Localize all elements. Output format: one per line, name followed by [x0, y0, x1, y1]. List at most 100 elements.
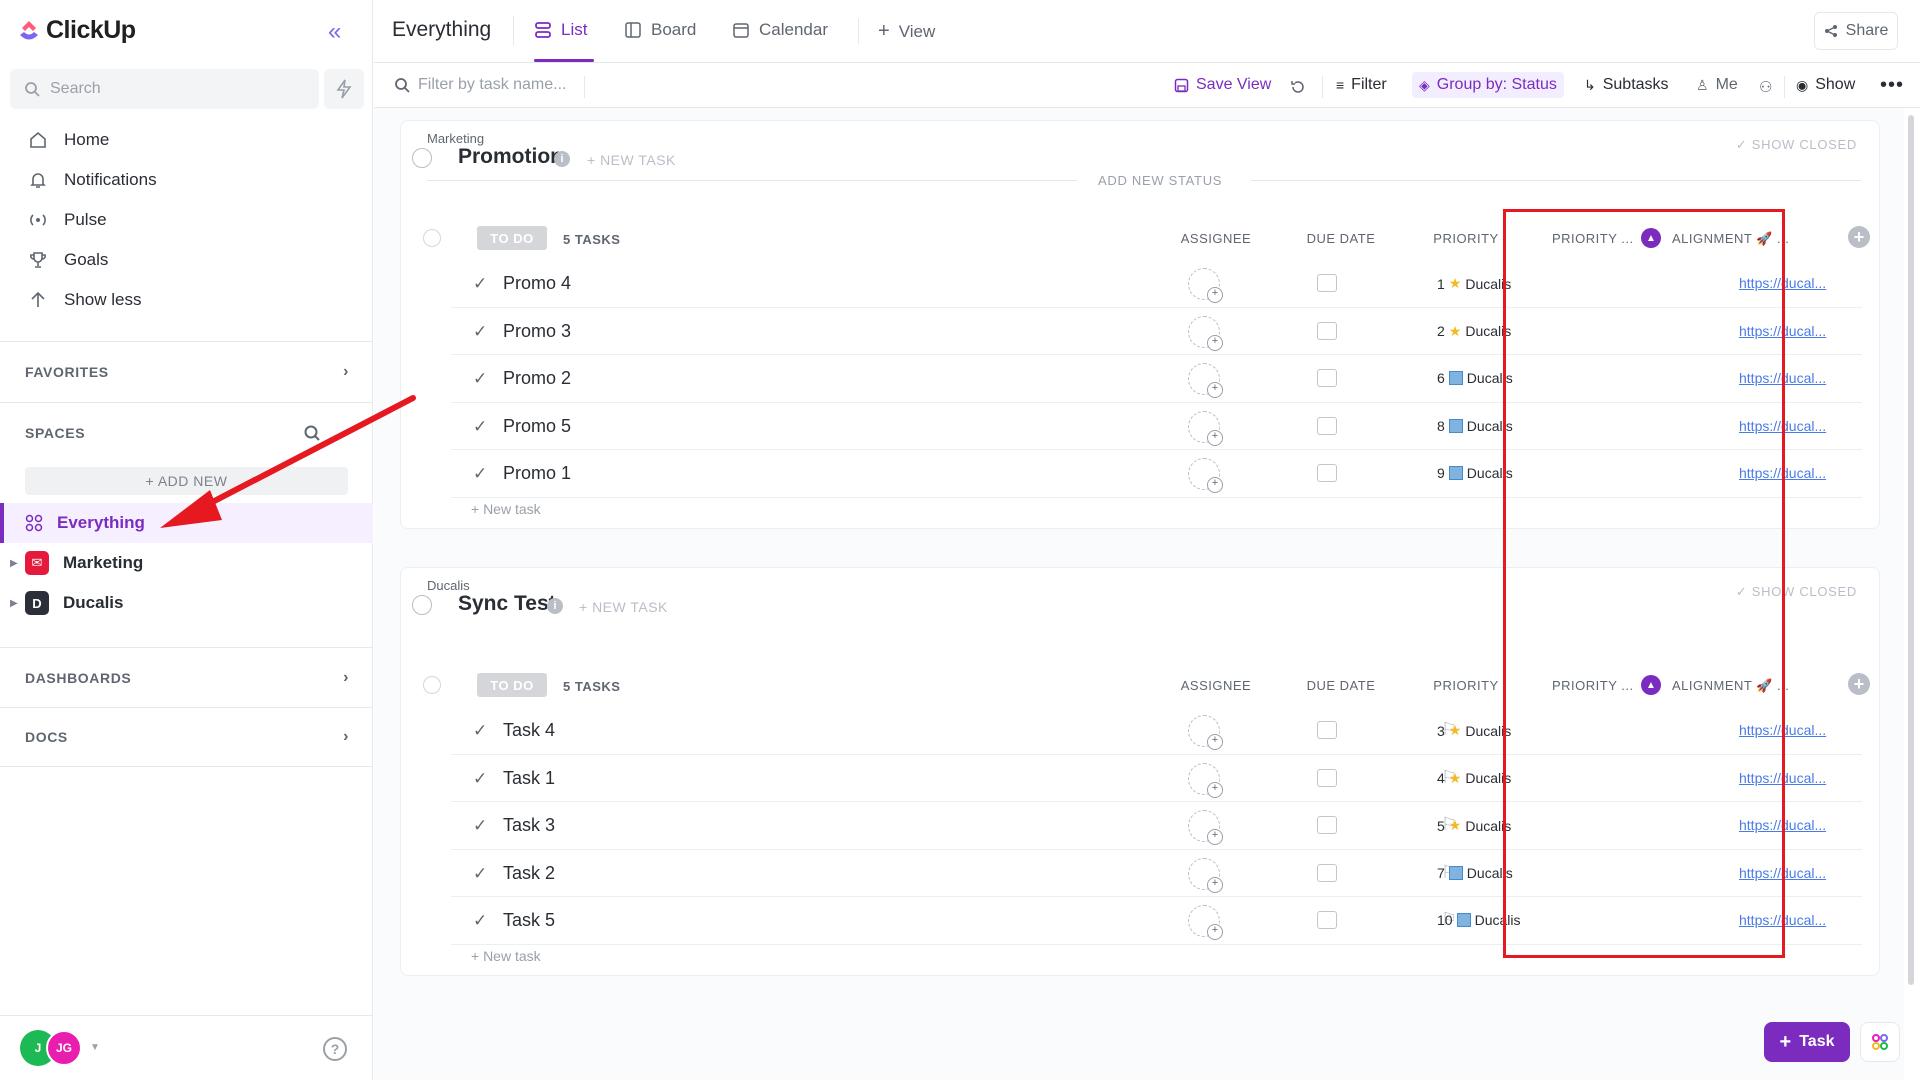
group-by-button[interactable]: ◈ Group by: Status: [1412, 72, 1564, 98]
collapse-group-icon[interactable]: [423, 676, 441, 694]
check-icon[interactable]: ✓: [473, 911, 487, 931]
calendar-icon[interactable]: [1317, 464, 1337, 482]
calendar-icon[interactable]: [1317, 768, 1337, 787]
status-badge[interactable]: TO DO: [477, 673, 547, 697]
tab-list[interactable]: List: [534, 20, 587, 40]
column-header-due-date[interactable]: DUE DATE: [1286, 678, 1396, 693]
new-task-button[interactable]: + New task: [471, 948, 541, 964]
add-assignee-icon[interactable]: [1188, 458, 1223, 493]
scrollbar[interactable]: [1906, 110, 1916, 990]
quick-action-button[interactable]: [324, 69, 364, 109]
sidebar-item-pulse[interactable]: Pulse: [0, 200, 373, 240]
column-header-assignee[interactable]: ASSIGNEE: [1161, 231, 1271, 246]
column-header-due-date[interactable]: DUE DATE: [1286, 231, 1396, 246]
new-task-link[interactable]: + NEW TASK: [579, 599, 668, 615]
add-assignee-icon[interactable]: [1188, 410, 1223, 446]
list-breadcrumb[interactable]: Marketing: [427, 131, 484, 146]
task-name[interactable]: Task 2: [503, 863, 555, 884]
caret-right-icon[interactable]: ▶: [10, 598, 18, 609]
task-name[interactable]: Task 4: [503, 720, 555, 741]
history-icon[interactable]: [1290, 79, 1306, 95]
calendar-icon[interactable]: [1317, 911, 1337, 929]
add-column-icon[interactable]: +: [1848, 673, 1870, 695]
collapse-list-icon[interactable]: [412, 595, 432, 615]
add-assignee-icon[interactable]: [1188, 857, 1223, 893]
save-view-button[interactable]: Save View: [1174, 76, 1271, 94]
list-breadcrumb[interactable]: Ducalis: [427, 578, 470, 593]
avatar[interactable]: JG: [46, 1030, 82, 1066]
sidebar-item-home[interactable]: Home: [0, 120, 373, 160]
add-assignee-icon[interactable]: [1188, 363, 1223, 398]
check-icon[interactable]: ✓: [473, 369, 487, 389]
check-icon[interactable]: ✓: [473, 864, 487, 884]
check-icon[interactable]: ✓: [473, 417, 487, 437]
apps-button[interactable]: [1860, 1022, 1900, 1062]
calendar-icon[interactable]: [1317, 863, 1337, 882]
sidebar-item-show-less[interactable]: Show less: [0, 280, 373, 320]
task-filter-input[interactable]: Filter by task name...: [394, 76, 567, 94]
calendar-icon[interactable]: [1317, 369, 1337, 387]
caret-right-icon[interactable]: ▶: [10, 558, 18, 569]
collapse-list-icon[interactable]: [412, 148, 432, 168]
task-name[interactable]: Promo 3: [503, 321, 571, 342]
status-badge[interactable]: TO DO: [477, 226, 547, 250]
new-task-button[interactable]: + New task: [471, 501, 541, 517]
collapse-sidebar-icon[interactable]: «: [328, 18, 341, 46]
list-title[interactable]: Promotion: [458, 145, 563, 169]
scrollbar-thumb[interactable]: [1908, 115, 1914, 985]
new-task-link[interactable]: + NEW TASK: [587, 152, 676, 168]
sidebar-item-goals[interactable]: Goals: [0, 240, 373, 280]
calendar-icon[interactable]: [1317, 274, 1337, 292]
add-assignee-icon[interactable]: [1188, 715, 1223, 750]
show-closed-toggle[interactable]: ✓ SHOW CLOSED: [1736, 137, 1857, 153]
calendar-icon[interactable]: [1317, 416, 1337, 435]
info-icon[interactable]: i: [554, 151, 570, 167]
check-icon[interactable]: ✓: [473, 274, 487, 294]
calendar-icon[interactable]: [1317, 816, 1337, 834]
filter-button[interactable]: ≡ Filter: [1336, 76, 1387, 94]
subtasks-button[interactable]: ↳ Subtasks: [1584, 76, 1669, 94]
info-icon[interactable]: i: [547, 598, 563, 614]
me-filter-button[interactable]: ♙ Me: [1696, 76, 1738, 94]
add-assignee-icon[interactable]: [1188, 810, 1223, 845]
help-icon[interactable]: ?: [323, 1037, 347, 1061]
assignees-icon[interactable]: ⚇: [1759, 78, 1772, 96]
space-ducalis[interactable]: ▶ D Ducalis: [0, 583, 373, 623]
clickup-logo[interactable]: ClickUp: [18, 16, 136, 45]
space-everything[interactable]: Everything: [0, 503, 373, 543]
search-spaces-icon[interactable]: [303, 424, 321, 442]
column-header-assignee[interactable]: ASSIGNEE: [1161, 678, 1271, 693]
add-assignee-icon[interactable]: [1188, 268, 1223, 303]
add-column-icon[interactable]: +: [1848, 226, 1870, 248]
check-icon[interactable]: ✓: [473, 816, 487, 836]
add-assignee-icon[interactable]: [1188, 762, 1223, 798]
collapse-group-icon[interactable]: [423, 229, 441, 247]
task-name[interactable]: Task 5: [503, 910, 555, 931]
share-button[interactable]: Share: [1814, 12, 1898, 50]
space-marketing[interactable]: ▶ ✉ Marketing: [0, 543, 373, 583]
add-assignee-icon[interactable]: [1188, 905, 1223, 940]
check-icon[interactable]: ✓: [473, 769, 487, 789]
new-task-fab[interactable]: + Task: [1764, 1022, 1850, 1062]
add-assignee-icon[interactable]: [1188, 315, 1223, 351]
more-options-icon[interactable]: •••: [1880, 74, 1904, 97]
check-icon[interactable]: ✓: [473, 721, 487, 741]
check-icon[interactable]: ✓: [473, 464, 487, 484]
show-button[interactable]: ◉ Show: [1796, 76, 1855, 94]
task-name[interactable]: Promo 2: [503, 368, 571, 389]
tab-calendar[interactable]: Calendar: [732, 20, 828, 40]
calendar-icon[interactable]: [1317, 721, 1337, 739]
task-name[interactable]: Promo 5: [503, 416, 571, 437]
docs-section[interactable]: DOCS ›: [0, 707, 373, 767]
tab-board[interactable]: Board: [624, 20, 696, 40]
add-new-status-button[interactable]: ADD NEW STATUS: [1098, 173, 1222, 188]
task-name[interactable]: Task 3: [503, 815, 555, 836]
sidebar-item-notifications[interactable]: Notifications: [0, 160, 373, 200]
check-icon[interactable]: ✓: [473, 322, 487, 342]
calendar-icon[interactable]: [1317, 321, 1337, 340]
sidebar-search-input[interactable]: Search: [10, 69, 319, 109]
dashboards-section[interactable]: DASHBOARDS ›: [0, 647, 373, 707]
list-title[interactable]: Sync Test: [458, 592, 556, 616]
add-view-button[interactable]: + View: [878, 20, 935, 43]
favorites-section[interactable]: FAVORITES ›: [0, 341, 373, 401]
